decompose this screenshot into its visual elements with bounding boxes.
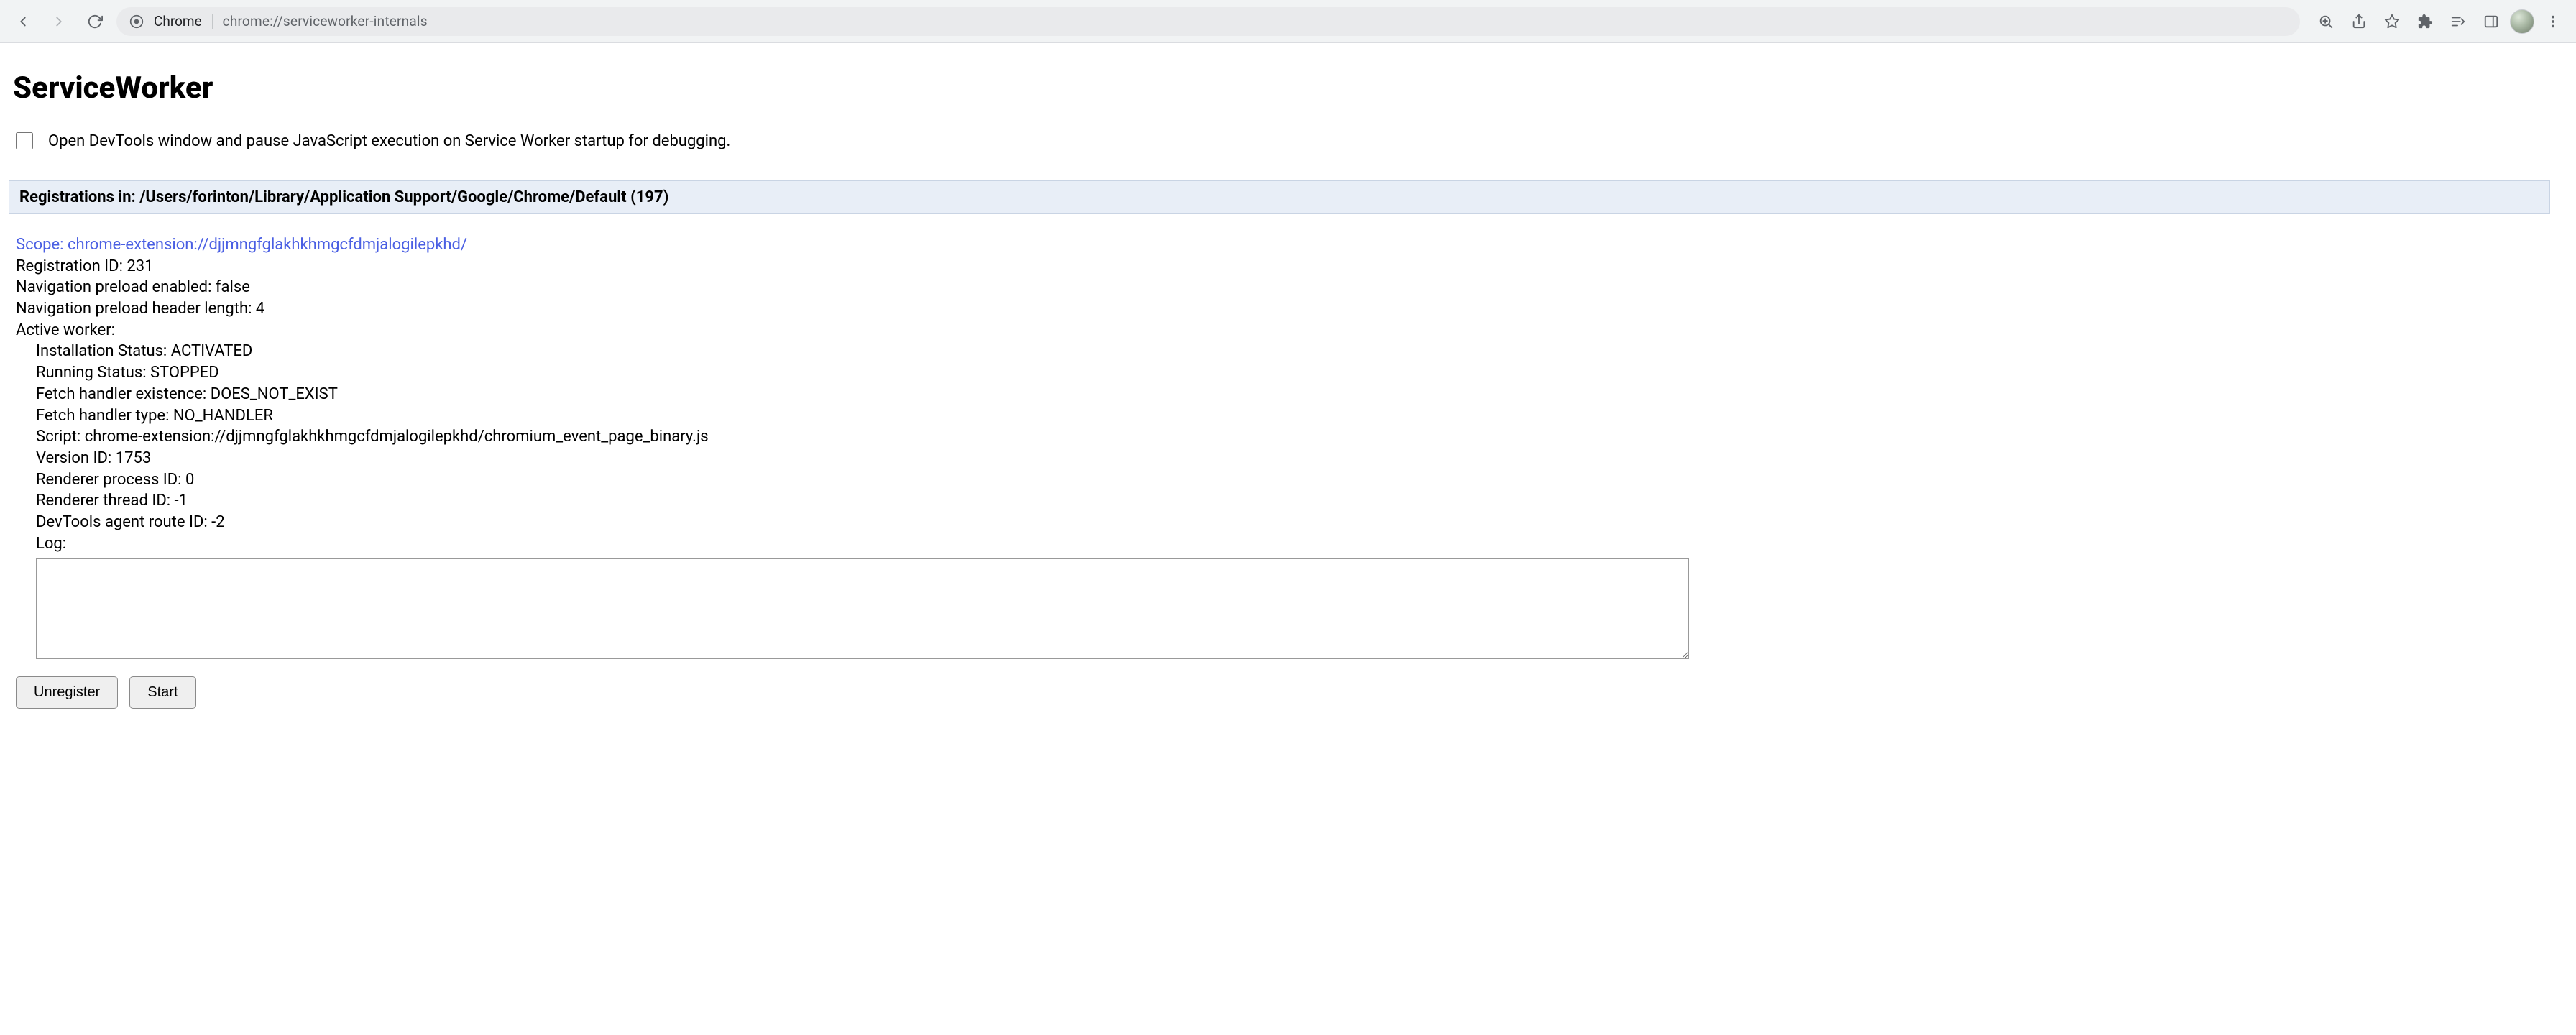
scope-link[interactable]: Scope: chrome-extension://djjmngfglakhkh… [16, 236, 467, 254]
site-name: Chrome [154, 13, 202, 29]
registration-buttons: Unregister Start [16, 676, 2546, 709]
address-bar[interactable]: Chrome chrome://serviceworker-internals [116, 7, 2300, 36]
nav-preload-enabled: Navigation preload enabled: false [16, 277, 2546, 298]
fetch-handler-type: Fetch handler type: NO_HANDLER [36, 405, 2546, 427]
registrations-header: Registrations in: /Users/forinton/Librar… [9, 180, 2550, 214]
share-icon[interactable] [2345, 7, 2373, 36]
log-label: Log: [36, 533, 2546, 555]
active-worker-label: Active worker: [16, 320, 2546, 341]
debug-on-start-checkbox[interactable] [16, 132, 33, 150]
page-content: ServiceWorker Open DevTools window and p… [0, 43, 2559, 737]
url-text: chrome://serviceworker-internals [223, 13, 428, 29]
renderer-process-id: Renderer process ID: 0 [36, 469, 2546, 491]
bookmark-star-icon[interactable] [2378, 7, 2406, 36]
page-title: ServiceWorker [13, 70, 2546, 106]
start-button[interactable]: Start [129, 676, 196, 709]
script-url: Script: chrome-extension://djjmngfglakhk… [36, 426, 2546, 448]
back-button[interactable] [9, 7, 37, 36]
renderer-thread-id: Renderer thread ID: -1 [36, 490, 2546, 512]
debug-on-start-row[interactable]: Open DevTools window and pause JavaScrip… [13, 130, 2546, 152]
reload-button[interactable] [80, 7, 109, 36]
omnibox-divider [212, 14, 213, 29]
registration-id: Registration ID: 231 [16, 256, 2546, 277]
reading-list-icon[interactable] [2444, 7, 2472, 36]
log-textarea[interactable] [36, 558, 1689, 659]
toolbar-right [2307, 7, 2567, 36]
registration-block: Scope: chrome-extension://djjmngfglakhkh… [13, 234, 2546, 709]
unregister-button[interactable]: Unregister [16, 676, 118, 709]
profile-avatar[interactable] [2510, 9, 2534, 34]
version-id: Version ID: 1753 [36, 448, 2546, 469]
nav-preload-header-length: Navigation preload header length: 4 [16, 298, 2546, 320]
installation-status: Installation Status: ACTIVATED [36, 341, 2546, 362]
zoom-icon[interactable] [2312, 7, 2340, 36]
debug-on-start-label: Open DevTools window and pause JavaScrip… [48, 132, 730, 150]
scope-row: Scope: chrome-extension://djjmngfglakhkh… [16, 234, 2546, 256]
site-info-icon[interactable] [129, 14, 144, 29]
forward-button[interactable] [45, 7, 73, 36]
devtools-route-id: DevTools agent route ID: -2 [36, 512, 2546, 533]
running-status: Running Status: STOPPED [36, 362, 2546, 384]
fetch-handler-existence: Fetch handler existence: DOES_NOT_EXIST [36, 384, 2546, 405]
side-panel-icon[interactable] [2477, 7, 2506, 36]
extensions-icon[interactable] [2411, 7, 2439, 36]
active-worker-block: Installation Status: ACTIVATED Running S… [16, 341, 2546, 659]
browser-toolbar: Chrome chrome://serviceworker-internals [0, 0, 2576, 43]
kebab-menu-icon[interactable] [2539, 7, 2567, 36]
